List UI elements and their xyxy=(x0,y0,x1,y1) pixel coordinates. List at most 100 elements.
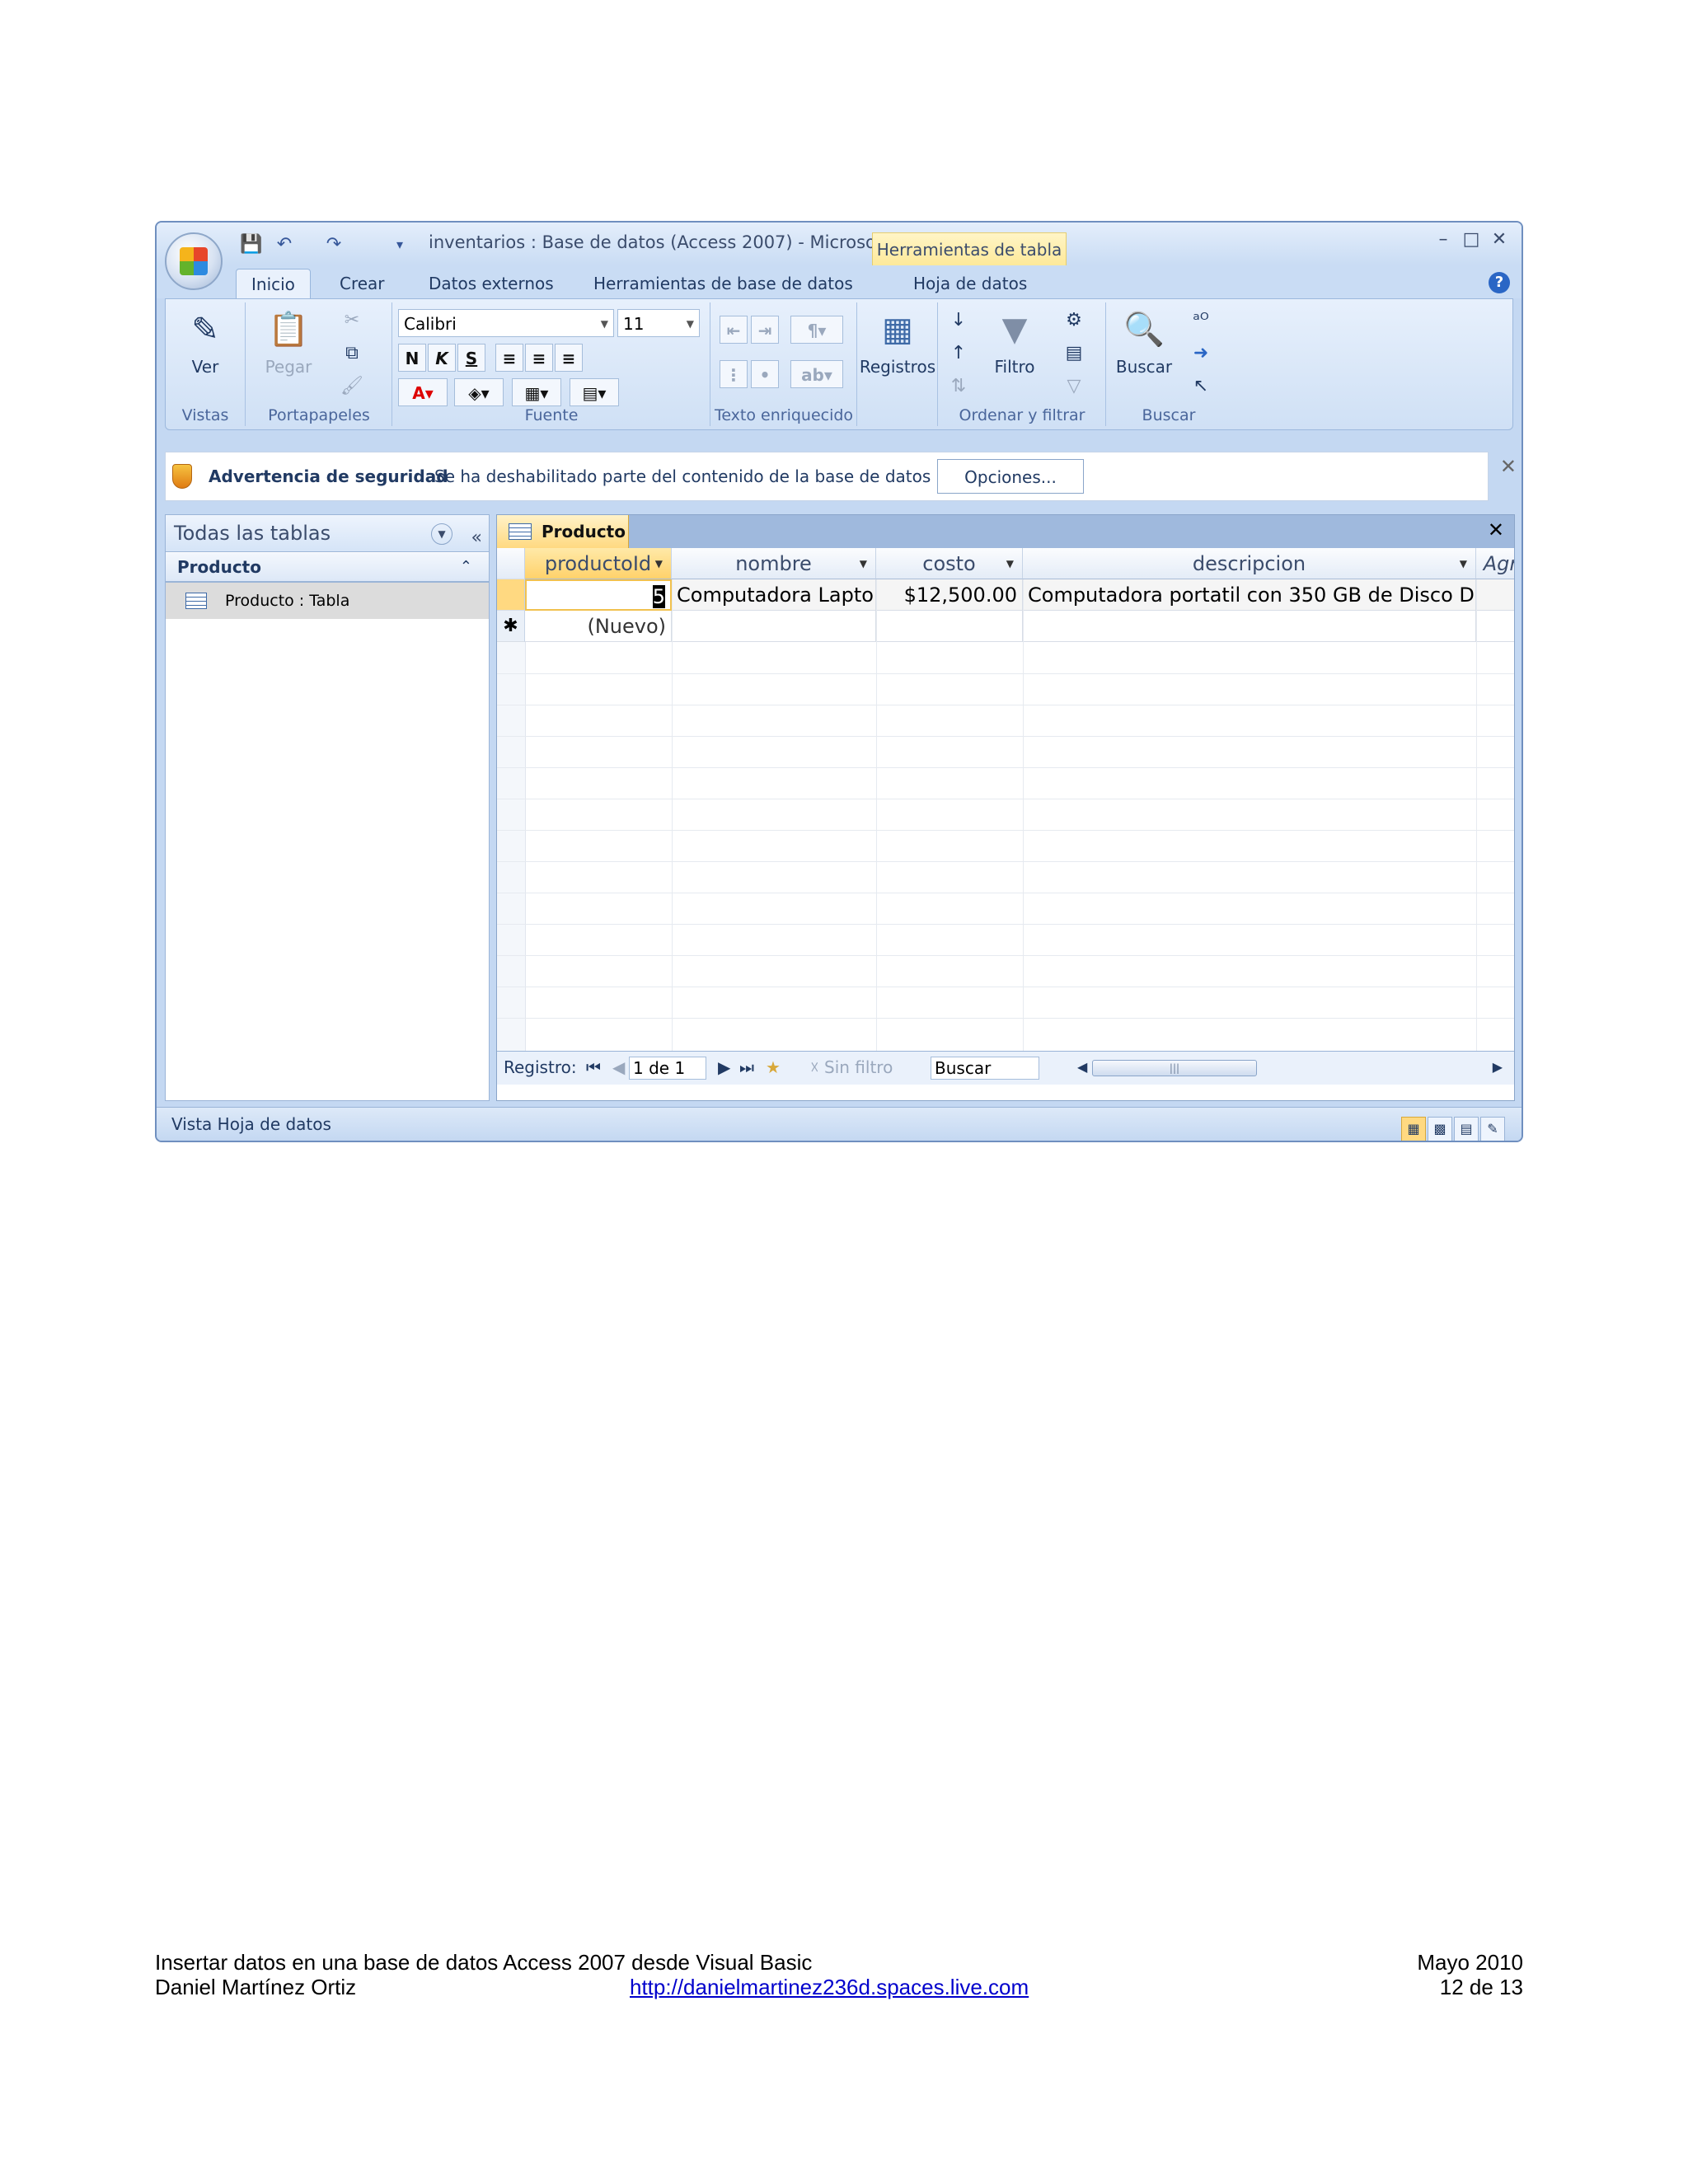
filter-button[interactable]: ▼ Filtro xyxy=(982,307,1048,377)
font-size-combo[interactable]: 11 ▼ xyxy=(617,309,700,337)
tab-crear[interactable]: Crear xyxy=(325,269,400,298)
column-header-label: descripcion xyxy=(1192,552,1306,575)
datasheet-view-icon[interactable]: ▦ xyxy=(1401,1117,1426,1141)
numbered-list-icon[interactable]: ⋮ xyxy=(720,360,748,388)
customize-qat-icon[interactable]: ▾ xyxy=(387,232,412,257)
no-filter-button[interactable]: ☓ Sin filtro xyxy=(810,1052,893,1083)
cell-new-add-field[interactable] xyxy=(1476,611,1514,642)
alt-fill-icon[interactable]: ▤▾ xyxy=(570,378,619,406)
find-button[interactable]: 🔍 Buscar xyxy=(1107,307,1181,377)
column-header-add-field[interactable]: Agr xyxy=(1476,548,1514,579)
fill-color-icon[interactable]: ◈▾ xyxy=(454,378,504,406)
horizontal-scrollbar[interactable]: ◀ ||| ▶ xyxy=(1077,1058,1503,1078)
footer-link[interactable]: http://danielmartinez236d.spaces.live.co… xyxy=(630,1975,1029,1999)
scroll-right-icon[interactable]: ▶ xyxy=(1493,1052,1503,1083)
column-header-nombre[interactable]: nombre ▼ xyxy=(672,548,876,579)
font-color-icon[interactable]: A▾ xyxy=(398,378,448,406)
record-search-input[interactable]: Buscar xyxy=(931,1057,1039,1080)
highlight-icon[interactable]: ab▾ xyxy=(790,360,843,388)
sort-ascending-icon[interactable]: ↓ xyxy=(944,307,973,334)
copy-icon[interactable]: ⧉ xyxy=(337,340,367,367)
undo-icon[interactable]: ↶ xyxy=(272,232,297,257)
chevron-down-icon[interactable]: ▼ xyxy=(655,548,663,579)
cell-costo[interactable]: $12,500.00 xyxy=(876,579,1023,611)
clear-sort-icon[interactable]: ⇅ xyxy=(944,373,973,400)
nav-group-producto[interactable]: Producto ⌃ xyxy=(166,553,489,583)
gridlines-icon[interactable]: ▦▾ xyxy=(512,378,561,406)
align-center-icon[interactable]: ≡ xyxy=(525,344,553,372)
office-button[interactable] xyxy=(165,232,223,290)
nav-item-producto-table[interactable]: Producto : Tabla xyxy=(166,583,489,619)
first-record-icon[interactable]: ⏮ xyxy=(586,1052,601,1083)
cell-descripcion[interactable]: Computadora portatil con 350 GB de Disco… xyxy=(1023,579,1476,611)
record-selector[interactable] xyxy=(497,579,525,611)
tab-hoja-de-datos[interactable]: Hoja de datos xyxy=(898,269,1042,298)
align-right-icon[interactable]: ≡ xyxy=(555,344,583,372)
italic-button[interactable]: K xyxy=(428,344,456,372)
column-header-descripcion[interactable]: descripcion ▼ xyxy=(1023,548,1476,579)
cell-new-nombre[interactable] xyxy=(672,611,876,642)
replace-icon[interactable]: ᵃᴼ xyxy=(1186,307,1216,334)
paragraph-dir-icon[interactable]: ¶▾ xyxy=(790,316,843,344)
options-button[interactable]: Opciones... xyxy=(937,459,1084,494)
footer-page-number: 12 de 13 xyxy=(1439,1975,1523,1999)
cell-new-costo[interactable] xyxy=(876,611,1023,642)
column-header-productoid[interactable]: productoId ▼ xyxy=(525,548,672,579)
maximize-icon[interactable]: □ xyxy=(1457,229,1485,250)
pivotchart-view-icon[interactable]: ▤ xyxy=(1454,1117,1479,1141)
close-security-bar-icon[interactable]: ✕ xyxy=(1500,455,1517,478)
new-record-icon[interactable]: ★ xyxy=(766,1052,781,1083)
cell-add-field[interactable] xyxy=(1476,579,1514,611)
cell-new-record[interactable]: (Nuevo) xyxy=(525,611,672,642)
selection-filter-icon[interactable]: ⚙ xyxy=(1059,307,1089,334)
scroll-left-icon[interactable]: ◀ xyxy=(1077,1052,1087,1083)
column-header-costo[interactable]: costo ▼ xyxy=(876,548,1023,579)
record-position-input[interactable]: 1 de 1 xyxy=(629,1057,706,1080)
toggle-filter-icon[interactable]: ▽ xyxy=(1059,373,1089,400)
minimize-icon[interactable]: – xyxy=(1429,229,1457,250)
chevron-down-icon[interactable]: ▼ xyxy=(1006,548,1014,579)
cell-productoid[interactable]: 5 xyxy=(525,579,672,611)
tab-herramientas-bd[interactable]: Herramientas de base de datos xyxy=(579,269,868,298)
last-record-icon[interactable]: ⏭ xyxy=(739,1052,754,1083)
select-all-corner[interactable] xyxy=(497,548,525,579)
tab-inicio[interactable]: Inicio xyxy=(236,269,311,299)
previous-record-icon[interactable]: ◀ xyxy=(612,1052,625,1083)
records-button[interactable]: ▦ Registros xyxy=(858,307,937,377)
pivottable-view-icon[interactable]: ▩ xyxy=(1428,1117,1452,1141)
indent-decrease-icon[interactable]: ⇤ xyxy=(720,316,748,344)
view-button[interactable]: ✎ Ver xyxy=(166,307,245,377)
collapse-pane-icon[interactable]: « xyxy=(471,520,482,556)
select-icon[interactable]: ↖ xyxy=(1186,373,1216,400)
chevron-down-icon[interactable]: ▼ xyxy=(860,548,867,579)
goto-icon[interactable]: ➜ xyxy=(1186,340,1216,367)
help-icon[interactable]: ? xyxy=(1489,272,1510,293)
document-tab-producto[interactable]: Producto xyxy=(497,515,629,548)
tab-datos-externos[interactable]: Datos externos xyxy=(414,269,569,298)
cell-nombre[interactable]: Computadora Laptop xyxy=(672,579,876,611)
design-view-icon[interactable]: ✎ xyxy=(1480,1117,1505,1141)
nav-pane-header[interactable]: Todas las tablas ▼ « xyxy=(166,515,489,552)
indent-increase-icon[interactable]: ⇥ xyxy=(751,316,779,344)
redo-icon[interactable]: ↷ xyxy=(321,232,346,257)
bullet-list-icon[interactable]: • xyxy=(751,360,779,388)
format-painter-icon[interactable]: 🖌 xyxy=(337,373,367,400)
close-icon[interactable]: ✕ xyxy=(1485,229,1513,250)
paste-button[interactable]: 📋 Pegar xyxy=(251,307,326,377)
scrollbar-thumb[interactable]: ||| xyxy=(1092,1060,1257,1076)
chevron-down-icon[interactable]: ▼ xyxy=(431,523,452,545)
underline-button[interactable]: S xyxy=(457,344,485,372)
save-icon[interactable]: 💾 xyxy=(239,232,264,257)
font-name-combo[interactable]: Calibri ▼ xyxy=(398,309,614,337)
sort-descending-icon[interactable]: ↑ xyxy=(944,340,973,367)
bold-button[interactable]: N xyxy=(398,344,426,372)
cut-icon[interactable]: ✂ xyxy=(337,307,367,334)
next-record-icon[interactable]: ▶ xyxy=(718,1052,730,1083)
chevron-down-icon[interactable]: ▼ xyxy=(1460,548,1467,579)
new-record-selector[interactable]: ✱ xyxy=(497,611,525,642)
align-left-icon[interactable]: ≡ xyxy=(495,344,523,372)
cell-new-descripcion[interactable] xyxy=(1023,611,1476,642)
advanced-filter-icon[interactable]: ▤ xyxy=(1059,340,1089,367)
close-document-icon[interactable]: ✕ xyxy=(1488,518,1504,541)
chevron-up-icon[interactable]: ⌃ xyxy=(460,553,472,581)
